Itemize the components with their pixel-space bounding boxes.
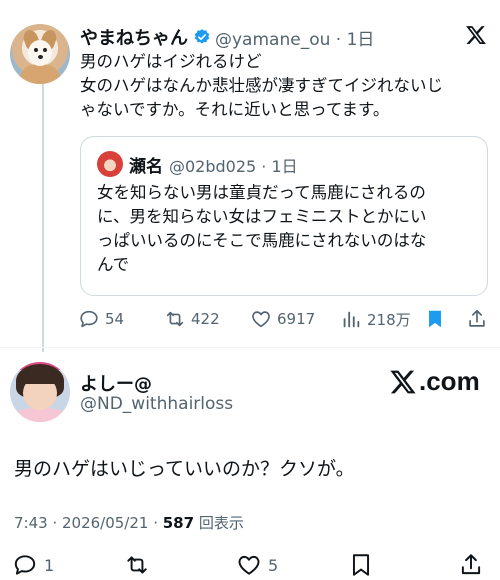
author-name[interactable]: やまねちゃん: [80, 24, 188, 50]
like-button[interactable]: 5: [236, 552, 278, 578]
reply-button[interactable]: 54: [78, 306, 124, 332]
share-icon: [469, 309, 485, 327]
post-text-line: ゃないですか。それに近いと思ってます。: [80, 100, 390, 119]
reply-button[interactable]: 1: [12, 552, 54, 578]
main-author-handle[interactable]: @ND_withhairloss: [80, 394, 233, 414]
watermark-text: .com: [419, 366, 480, 396]
thread-line: [42, 82, 44, 352]
bookmark-icon: [429, 310, 441, 328]
quoted-post-text: 女を知らない男は童貞だって馬鹿にされるの に、男を知らない女はフェミニストとかに…: [97, 181, 477, 277]
bookmark-icon: [352, 554, 370, 576]
post-text-line: 男のハゲはイジれるけど: [80, 52, 262, 71]
view-count: 587: [162, 514, 195, 532]
quoted-author-avatar: [97, 151, 123, 177]
views-icon: [343, 311, 360, 328]
divider: [0, 347, 500, 348]
verified-badge-icon: [194, 29, 210, 44]
like-icon: [238, 555, 260, 575]
post-header: やまねちゃん @yamane_ou · 1日: [80, 24, 374, 50]
post-text-line: 女のハゲはなんか悲壮感が凄すぎてイジれないじ: [80, 76, 443, 95]
quoted-text-line: に、男を知らない女はフェミニストとかにい: [97, 207, 427, 226]
reply-count: 1: [44, 555, 55, 575]
post-actions-bar: 54 422 6917 218万: [78, 306, 490, 332]
quoted-author-handle-time: @02bd025 · 1日: [169, 156, 298, 176]
main-post-text: 男のハゲはいじっていいのか？クソが。: [14, 458, 355, 480]
views-count: 218万: [367, 310, 411, 329]
quoted-text-line: 女を知らない男は童貞だって馬鹿にされるの: [97, 183, 426, 202]
like-count: 5: [268, 555, 279, 575]
x-logo-icon[interactable]: [465, 24, 487, 46]
x-logo-icon: [390, 370, 416, 393]
main-post-actions-bar: 1 5: [0, 548, 500, 580]
repost-button[interactable]: 422: [164, 306, 220, 332]
quoted-text-line: んで: [97, 255, 130, 274]
reply-icon: [14, 555, 36, 575]
share-icon: [461, 554, 481, 575]
bookmark-button[interactable]: [348, 552, 380, 578]
main-author-name[interactable]: よしー@: [80, 370, 152, 396]
quoted-text-line: っぱいいるのにそこで馬鹿にされないのはな: [97, 231, 427, 250]
like-icon: [252, 311, 270, 328]
views-label: 回表示: [194, 514, 244, 532]
like-count: 6917: [277, 310, 316, 328]
reply-icon: [80, 310, 98, 328]
like-button[interactable]: 6917: [250, 306, 315, 332]
share-button[interactable]: [466, 306, 493, 332]
bookmark-button[interactable]: [424, 306, 451, 332]
quoted-post-card[interactable]: 瀬名 @02bd025 · 1日 女を知らない男は童貞だって馬鹿にされるの に、…: [80, 136, 488, 296]
embedded-post[interactable]: やまねちゃん @yamane_ou · 1日 男のハゲはイジれるけど 女のハゲは…: [0, 0, 500, 352]
quoted-post-header: 瀬名 @02bd025 · 1日: [129, 152, 298, 178]
share-button[interactable]: [458, 552, 490, 578]
post-timestamp[interactable]: 7:43 · 2026/05/21 ·: [14, 514, 163, 532]
repost-button[interactable]: [124, 552, 156, 578]
main-author-avatar[interactable]: [10, 362, 70, 422]
views-button[interactable]: 218万: [340, 306, 411, 332]
post-meta: 7:43 · 2026/05/21 · 587 回表示: [14, 512, 244, 533]
repost-icon: [127, 556, 147, 574]
author-handle-time: @yamane_ou · 1日: [215, 29, 375, 50]
post-text: 男のハゲはイジれるけど 女のハゲはなんか悲壮感が凄すぎてイジれないじ ゃないです…: [80, 50, 490, 122]
x-com-watermark: .com: [388, 366, 480, 397]
repost-icon: [166, 311, 184, 327]
repost-count: 422: [191, 310, 220, 328]
reply-count: 54: [105, 310, 125, 328]
author-avatar[interactable]: [10, 24, 70, 84]
quoted-author-name: 瀬名: [129, 157, 163, 177]
